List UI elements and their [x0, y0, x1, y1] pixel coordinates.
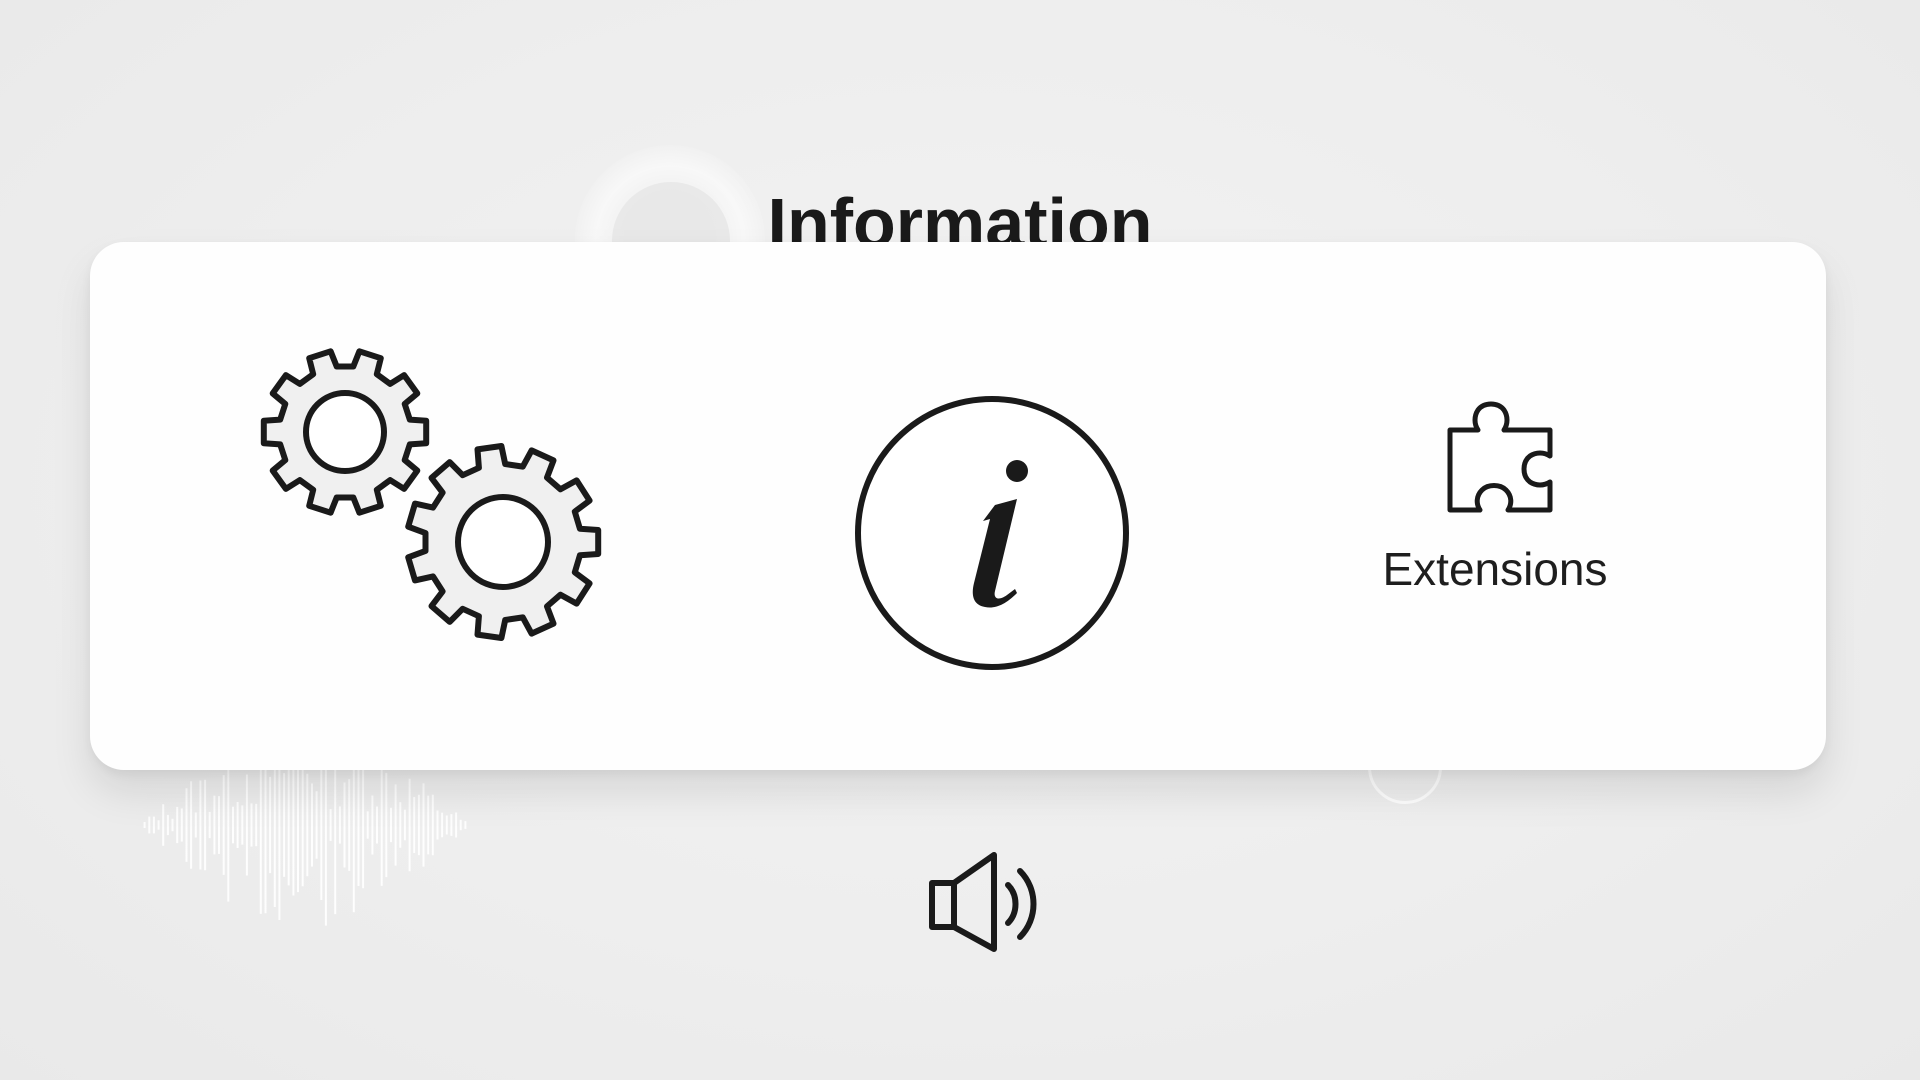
extensions-tile[interactable]: Extensions — [1330, 392, 1670, 612]
settings-tile[interactable] — [260, 342, 650, 662]
menu-card: Extensions — [90, 242, 1826, 770]
extensions-label: Extensions — [1382, 543, 1608, 595]
information-tile[interactable] — [845, 387, 1145, 682]
launcher-screen: Information Extensions — [0, 0, 1920, 1080]
audio-button[interactable] — [924, 845, 1054, 955]
info-icon — [855, 396, 1129, 670]
puzzle-piece-icon — [1447, 401, 1553, 513]
speaker-icon — [929, 852, 1037, 952]
gears-icon — [260, 348, 602, 641]
